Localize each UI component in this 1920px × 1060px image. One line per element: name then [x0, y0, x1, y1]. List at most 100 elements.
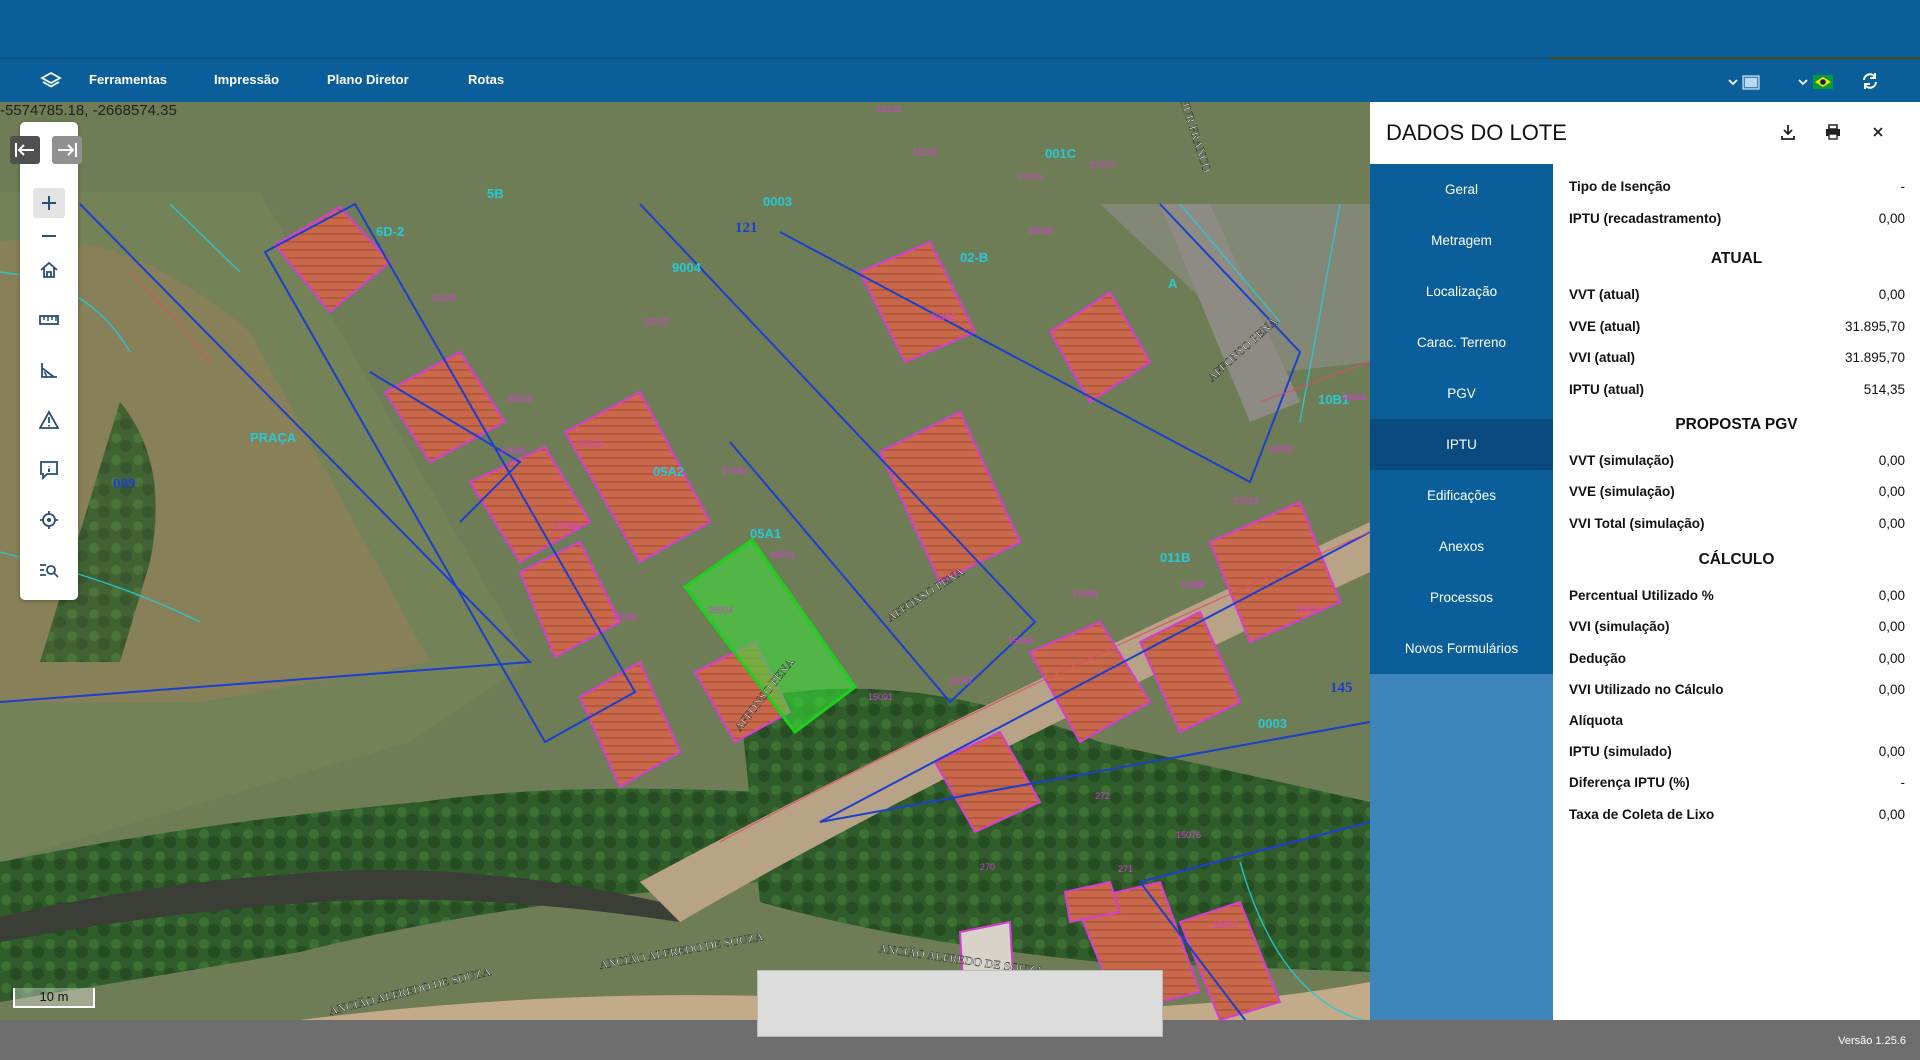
row-vvt-atual: VVT (atual) 0,00	[1569, 287, 1905, 307]
map-building-label: 36524	[578, 439, 603, 449]
tab-carac-terreno[interactable]: Carac. Terreno	[1370, 317, 1553, 368]
map-canvas[interactable]: 6D-2 5B 0003 121 9004 PRAÇA 009 05A2 05A…	[0, 102, 1370, 1020]
tab-anexos[interactable]: Anexos	[1370, 521, 1553, 572]
map-lot-label: 9004	[672, 260, 702, 275]
map-building-label: 36461	[1296, 604, 1321, 614]
tab-novos-formularios[interactable]: Novos Formulários	[1370, 623, 1553, 674]
home-icon	[40, 261, 58, 278]
arrow-left-bar-icon	[15, 143, 34, 157]
row-deducao: Dedução 0,00	[1569, 651, 1905, 671]
home-button[interactable]	[37, 258, 61, 282]
download-icon[interactable]	[1778, 122, 1798, 142]
iptu-content: Tipo de Isenção - IPTU (recadastramento) 0…	[1553, 164, 1920, 1020]
row-label: IPTU (atual)	[1569, 382, 1645, 397]
row-label: VVE (simulação)	[1569, 484, 1675, 499]
row-value: 0,00	[1878, 682, 1905, 697]
row-value: 0,00	[1878, 588, 1905, 603]
tab-processos[interactable]: Processos	[1370, 572, 1553, 623]
map-building-label: 15091	[868, 692, 893, 702]
map-lot-label: PRAÇA	[250, 430, 297, 445]
row-vve-simulacao: VVE (simulação) 0,00	[1569, 484, 1905, 504]
chevron-down-icon	[1728, 79, 1738, 86]
map-building-label: 27683	[722, 466, 747, 476]
map-building-label: 36492	[930, 312, 955, 322]
menu-rotas[interactable]: Rotas	[468, 72, 504, 87]
tab-metragem[interactable]: Metragem	[1370, 215, 1553, 266]
map-lot-label: A	[1168, 276, 1178, 291]
row-value: 0,00	[1878, 744, 1905, 759]
top-header	[0, 0, 1920, 60]
map-lot-label: 001C	[1045, 146, 1077, 161]
map-building-label: 27676	[1018, 172, 1043, 182]
row-label: VVI Total (simulação)	[1569, 516, 1705, 531]
row-tipo-isencao: Tipo de Isenção -	[1569, 179, 1905, 199]
row-value: 31.895,70	[1844, 319, 1905, 334]
map-building-label: 15085	[1180, 580, 1205, 590]
map-building-label: 15109	[431, 293, 456, 303]
map-lot-label: 5B	[487, 186, 504, 201]
section-calculo: CÁLCULO	[1698, 551, 1775, 568]
row-value: 0,00	[1878, 807, 1905, 822]
measure-area-button[interactable]	[37, 408, 61, 432]
plus-icon	[42, 196, 56, 210]
row-label: VVI Utilizado no Cálculo	[1569, 682, 1724, 697]
row-iptu-atual: IPTU (atual) 514,35	[1569, 382, 1905, 402]
search-lot-button[interactable]	[37, 558, 61, 582]
map-building-label: 15088	[1008, 636, 1033, 646]
panel-header: DADOS DO LOTE	[1370, 102, 1920, 164]
info-button[interactable]	[37, 458, 61, 482]
language-selector[interactable]	[1798, 72, 1833, 92]
basemap-selector[interactable]	[1728, 72, 1760, 92]
map-view[interactable]: 6D-2 5B 0003 121 9004 PRAÇA 009 05A2 05A…	[0, 102, 1370, 1020]
zoom-in-button[interactable]	[33, 188, 65, 218]
row-label: Dedução	[1569, 651, 1627, 666]
version-label: Versão 1.25.6	[1838, 1035, 1906, 1047]
map-building-label: 15101	[913, 147, 938, 157]
pan-left-button[interactable]	[10, 136, 40, 164]
measure-distance-button[interactable]	[37, 308, 61, 332]
warning-triangle-icon	[39, 410, 59, 429]
map-building-label: 36504	[708, 605, 733, 615]
map-building-label: 27692	[612, 612, 637, 622]
tab-localizacao[interactable]: Localização	[1370, 266, 1553, 317]
row-label: VVI (atual)	[1569, 350, 1636, 365]
map-building-label: 15102	[876, 104, 901, 114]
locate-button[interactable]	[37, 508, 61, 532]
menu-ferramentas[interactable]: Ferramentas	[89, 72, 167, 87]
menu-plano-diretor[interactable]: Plano Diretor	[327, 72, 409, 87]
map-building-label: 15076	[1176, 830, 1201, 840]
row-value: 0,00	[1878, 619, 1905, 634]
minus-icon	[42, 235, 56, 237]
zoom-out-button[interactable]	[37, 224, 61, 248]
map-building-label: 15077	[1213, 920, 1238, 930]
row-value: -	[1900, 179, 1906, 194]
row-vvt-simulacao: VVT (simulação) 0,00	[1569, 453, 1905, 473]
map-lot-label: 009	[113, 476, 136, 492]
info-comment-icon	[40, 461, 58, 480]
pan-right-button[interactable]	[52, 136, 82, 164]
row-value: 0,00	[1878, 287, 1905, 302]
nav-bar: Ferramentas Impressão Plano Diretor Rota…	[0, 60, 1920, 102]
print-icon[interactable]	[1823, 122, 1843, 142]
row-aliquota: Alíquota	[1569, 713, 1905, 733]
row-iptu-simulado: IPTU (simulado) 0,00	[1569, 744, 1905, 764]
tab-iptu[interactable]: IPTU	[1370, 419, 1553, 470]
map-lot-label: 6D-2	[376, 224, 404, 239]
tab-geral[interactable]: Geral	[1370, 164, 1553, 215]
map-lot-label: 05A2	[653, 464, 684, 479]
close-icon[interactable]	[1868, 122, 1888, 142]
refresh-icon[interactable]	[1860, 71, 1880, 91]
tab-edificacoes[interactable]: Edificações	[1370, 470, 1553, 521]
chevron-down-icon	[1798, 79, 1808, 86]
row-label: Tipo de Isenção	[1569, 179, 1671, 194]
menu-impressao[interactable]: Impressão	[214, 72, 279, 87]
map-lot-label: 0003	[1258, 716, 1287, 731]
row-label: VVE (atual)	[1569, 319, 1641, 334]
row-value: 0,00	[1878, 211, 1905, 226]
measure-angle-button[interactable]	[37, 358, 61, 382]
tab-pgv[interactable]: PGV	[1370, 368, 1553, 419]
map-lot-label: 05A1	[750, 526, 781, 541]
map-building-label: 271	[1118, 864, 1133, 874]
section-proposta-pgv: PROPOSTA PGV	[1675, 416, 1798, 433]
layers-icon[interactable]	[40, 70, 62, 92]
